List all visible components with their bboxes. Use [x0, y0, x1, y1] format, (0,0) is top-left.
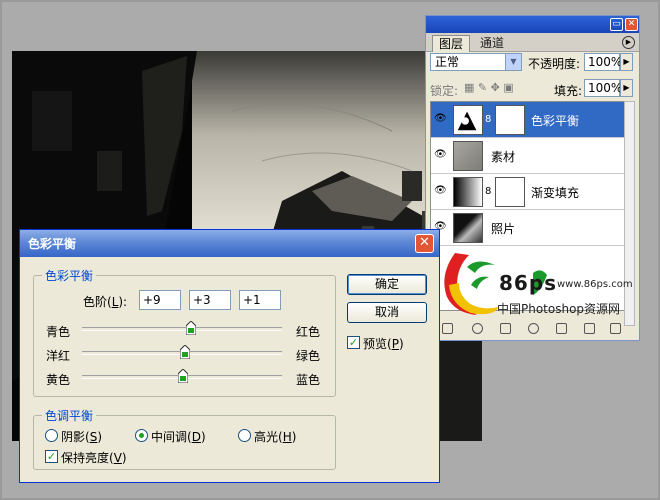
radio-midtones[interactable] — [135, 429, 148, 442]
slider-track[interactable] — [82, 327, 282, 331]
layer-thumbnail — [453, 141, 483, 171]
slider-thumb-cyan-red[interactable] — [185, 320, 197, 336]
eye-icon[interactable]: 👁 — [434, 113, 447, 124]
layers-panel-titlebar[interactable]: ▭ ✕ — [426, 16, 639, 33]
slider-thumb-magenta-green[interactable] — [179, 344, 191, 360]
cancel-button[interactable]: 取消 — [347, 302, 427, 323]
eye-icon[interactable]: 👁 — [434, 185, 447, 196]
blend-mode-select[interactable]: 正常 ▼ — [430, 53, 522, 71]
layer-row-photo[interactable]: 👁 照片 — [431, 210, 625, 246]
minimize-icon[interactable]: ▭ — [610, 18, 623, 31]
preview-checkbox[interactable]: ✓ — [347, 336, 360, 349]
level-magenta-green-input[interactable]: +3 — [189, 290, 231, 310]
layer-row-material[interactable]: 👁 素材 — [431, 138, 625, 174]
lock-row: 锁定: ▦ ✎ ✥ ▣ 填充: 100% ▶ — [430, 79, 635, 99]
layer-thumbnail — [453, 213, 483, 243]
link-icon: 8 — [485, 114, 492, 125]
layer-name: 素材 — [491, 150, 516, 164]
layer-row-color-balance[interactable]: 👁 8 色彩平衡 — [431, 102, 625, 138]
blend-mode-value: 正常 — [435, 55, 460, 69]
opacity-arrow-icon[interactable]: ▶ — [620, 53, 633, 71]
gradient-thumbnail — [453, 177, 483, 207]
layer-name: 渐变填充 — [531, 186, 580, 200]
slider-left-label: 洋红 — [46, 349, 71, 363]
opacity-input[interactable]: 100% — [584, 53, 622, 71]
slider-thumb-yellow-blue[interactable] — [177, 368, 189, 384]
radio-shadows-label: 阴影(S) — [61, 430, 102, 444]
logo-url: www.86ps.com — [557, 279, 633, 290]
fill-label: 填充: — [554, 84, 583, 98]
slider-right-label: 蓝色 — [296, 373, 321, 387]
fill-input[interactable]: 100% — [584, 79, 622, 97]
radio-highlights[interactable] — [238, 429, 251, 442]
preserve-luminosity-checkbox[interactable]: ✓ — [45, 450, 58, 463]
radio-midtones-label: 中间调(D) — [151, 430, 206, 444]
group-title: 色彩平衡 — [42, 267, 97, 284]
mask-thumbnail — [495, 177, 525, 207]
layers-tabs: 图层 通道 ▶ — [426, 33, 639, 52]
close-icon[interactable]: ✕ — [625, 18, 638, 31]
logo-tagline: 中国Photoshop资源网 — [497, 302, 621, 316]
slider-right-label: 红色 — [296, 325, 321, 339]
layer-row-gradient-fill[interactable]: 👁 8 渐变填充 — [431, 174, 625, 210]
chevron-down-icon: ▼ — [505, 54, 521, 70]
preview-label: 预览(P) — [363, 337, 404, 351]
dialog-title: 色彩平衡 — [28, 237, 77, 251]
tab-channels[interactable]: 通道 — [474, 35, 510, 51]
panel-menu-icon[interactable]: ▶ — [622, 36, 635, 49]
preserve-luminosity-label: 保持亮度(V) — [61, 451, 127, 465]
level-yellow-blue-input[interactable]: +1 — [239, 290, 281, 310]
radio-highlights-label: 高光(H) — [254, 430, 297, 444]
color-balance-dialog: 色彩平衡 ✕ 色彩平衡 色阶(L): +9 +3 +1 青色 红色 洋红 绿色 … — [19, 229, 440, 483]
logo-brand: 86ps — [499, 271, 558, 295]
blend-row: 正常 ▼ 不透明度: 100% ▶ — [430, 53, 635, 73]
level-cyan-red-input[interactable]: +9 — [139, 290, 181, 310]
slider-right-label: 绿色 — [296, 349, 321, 363]
adjustment-thumbnail — [453, 105, 483, 135]
tab-layers[interactable]: 图层 — [432, 35, 471, 52]
slider-left-label: 青色 — [46, 325, 71, 339]
close-icon[interactable]: ✕ — [415, 234, 434, 253]
mask-thumbnail — [495, 105, 525, 135]
watermark-logo: 86ps www.86ps.com 中国Photoshop资源网 — [437, 245, 637, 325]
fill-arrow-icon[interactable]: ▶ — [620, 79, 633, 97]
slider-left-label: 黄色 — [46, 373, 71, 387]
group-title: 色调平衡 — [42, 407, 97, 424]
dialog-titlebar[interactable]: 色彩平衡 ✕ — [20, 230, 439, 257]
layer-name: 照片 — [491, 222, 516, 236]
link-icon: 8 — [485, 186, 492, 197]
opacity-label: 不透明度: — [528, 57, 581, 71]
radio-shadows[interactable] — [45, 429, 58, 442]
layer-name: 色彩平衡 — [531, 114, 580, 128]
lock-icons[interactable]: ▦ ✎ ✥ ▣ — [464, 81, 514, 94]
ok-button[interactable]: 确定 — [347, 274, 427, 295]
eye-icon[interactable]: 👁 — [434, 149, 447, 160]
lock-label: 锁定: — [430, 84, 459, 98]
levels-label: 色阶(L): — [83, 295, 128, 309]
